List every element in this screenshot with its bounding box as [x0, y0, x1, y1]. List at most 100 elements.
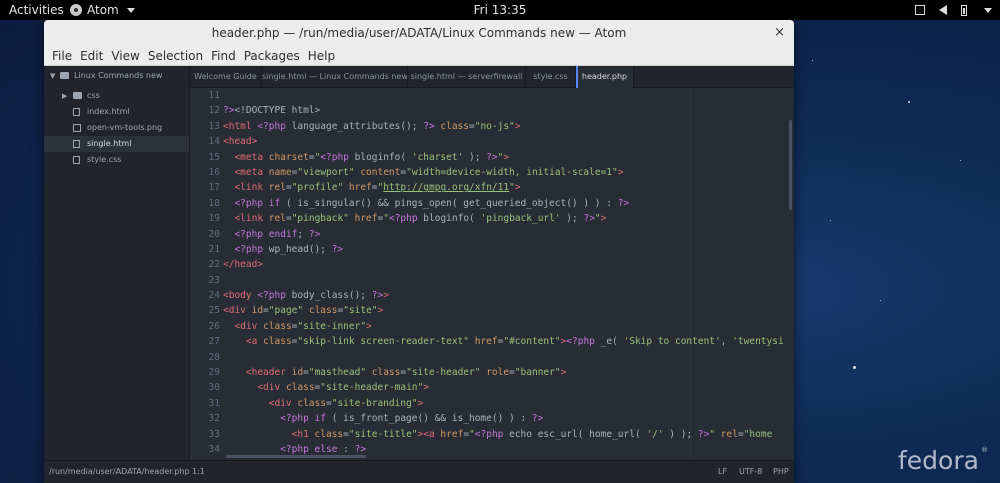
- status-bar: /run/media/user/ADATA/header.php 1:1 LF …: [44, 460, 794, 483]
- tab-single-html-serverfirewall[interactable]: single.html — serverfirewall: [408, 66, 526, 88]
- code-token: <?php: [234, 228, 264, 240]
- tree-root[interactable]: ▼ Linux Commands new: [44, 68, 189, 84]
- tab-single-html-linux-commands[interactable]: single.html — Linux Commands new: [262, 66, 408, 88]
- code-line[interactable]: <div class="site-branding">: [223, 396, 789, 411]
- tab-welcome-guide[interactable]: Welcome Guide: [190, 66, 262, 88]
- tree-item-label: style.css: [87, 155, 122, 164]
- code-token: charset: [263, 151, 309, 163]
- code-token: "page": [268, 305, 304, 317]
- horizontal-scrollbar[interactable]: [226, 455, 366, 458]
- image-file-icon: [73, 124, 81, 132]
- code-token: class: [303, 305, 338, 317]
- code-line[interactable]: <link rel="pingback" href="<?php bloginf…: [223, 211, 789, 226]
- code-line[interactable]: <div id="page" class="site">: [223, 303, 789, 318]
- menu-packages[interactable]: Packages: [240, 46, 304, 66]
- code-line[interactable]: [223, 273, 789, 288]
- code-token: "banner": [514, 367, 561, 379]
- menu-find[interactable]: Find: [207, 46, 240, 66]
- code-line[interactable]: <html <?php language_attributes(); ?> cl…: [223, 119, 789, 134]
- tree-item-label: index.html: [87, 107, 130, 116]
- code-token: <header: [245, 367, 286, 379]
- code-token: ?>: [308, 228, 321, 240]
- code-token: "pingback": [291, 213, 349, 225]
- file-icon: [73, 140, 80, 148]
- code-token: "site-title": [348, 428, 418, 440]
- code-token: "site-header-main": [320, 382, 424, 394]
- tree-item-css[interactable]: ▶ css: [44, 88, 189, 104]
- code-token: >: [377, 305, 384, 317]
- code-line[interactable]: <meta name="viewport" content="width=dev…: [223, 165, 789, 180]
- code-token: <link: [234, 182, 264, 194]
- status-cursor-position[interactable]: 1:1: [192, 461, 205, 483]
- line-number: 19: [208, 213, 220, 225]
- code-token: :: [337, 443, 355, 455]
- network-icon: [915, 5, 925, 15]
- code-line[interactable]: <?php if ( is_singular() && pings_open( …: [223, 196, 789, 211]
- code-line[interactable]: [223, 88, 789, 103]
- code-editor[interactable]: 11 12 13 14 15 16 17 18 19 20 21 22 23 24 25 26 27 28 29 30…: [190, 88, 794, 460]
- clock[interactable]: Fri 13:35: [0, 0, 1000, 20]
- code-token: </head>: [223, 259, 264, 271]
- code-token: language_attributes();: [285, 120, 424, 132]
- code-line[interactable]: <div class="site-header-main">: [223, 380, 789, 395]
- code-line[interactable]: [223, 350, 789, 365]
- tree-item-style-css[interactable]: style.css: [44, 152, 189, 168]
- folder-icon: [73, 92, 82, 99]
- code-token: class: [434, 120, 469, 132]
- system-tray[interactable]: [915, 0, 992, 20]
- code-line[interactable]: <a class="skip-link screen-reader-text" …: [223, 334, 789, 349]
- window-title: header.php — /run/media/user/ADATA/Linux…: [211, 26, 627, 40]
- status-encoding[interactable]: UTF-8: [739, 461, 762, 483]
- tab-header-php[interactable]: header.php: [576, 66, 634, 88]
- line-number: 18: [208, 197, 220, 209]
- code-lines[interactable]: ?><!DOCTYPE html> <html <?php language_at…: [223, 88, 789, 460]
- code-line[interactable]: <?php if ( is_front_page() && is_home() …: [223, 411, 789, 426]
- code-token: ?>: [583, 213, 595, 225]
- tree-item-open-vm-tools-png[interactable]: open-vm-tools.png: [44, 120, 189, 136]
- menu-selection[interactable]: Selection: [144, 46, 207, 66]
- code-line[interactable]: ?><!DOCTYPE html>: [223, 103, 789, 118]
- window-titlebar[interactable]: header.php — /run/media/user/ADATA/Linux…: [44, 20, 794, 46]
- star: [908, 101, 910, 103]
- status-line-ending[interactable]: LF: [718, 461, 727, 483]
- menu-view[interactable]: View: [107, 46, 143, 66]
- code-line[interactable]: <head>: [223, 134, 789, 149]
- code-line[interactable]: <?php endif; ?>: [223, 227, 789, 242]
- code-line[interactable]: <meta charset="<?php bloginfo( 'charset'…: [223, 150, 789, 165]
- file-icon: [73, 156, 80, 164]
- code-line[interactable]: <div class="site-inner">: [223, 319, 789, 334]
- vertical-scrollbar[interactable]: [789, 120, 792, 210]
- menu-help[interactable]: Help: [304, 46, 339, 66]
- line-number: 27: [208, 336, 220, 348]
- code-token: <body: [223, 290, 252, 302]
- tab-bar: Welcome Guide single.html — Linux Comman…: [190, 66, 794, 88]
- line-number: 25: [208, 305, 220, 317]
- menu-file[interactable]: File: [48, 46, 76, 66]
- code-line[interactable]: <h1 class="site-title"><a href="<?php ec…: [223, 427, 789, 442]
- tab-style-css[interactable]: style.css: [526, 66, 576, 88]
- status-file-path[interactable]: /run/media/user/ADATA/header.php: [49, 461, 190, 483]
- code-line[interactable]: </head>: [223, 257, 789, 272]
- code-line[interactable]: <body <?php body_class(); ?>>: [223, 288, 789, 303]
- tree-item-index-html[interactable]: index.html: [44, 104, 189, 120]
- close-button[interactable]: ×: [774, 20, 785, 46]
- menu-edit[interactable]: Edit: [76, 46, 107, 66]
- code-token: <?php: [234, 197, 264, 209]
- code-token: <div: [223, 305, 246, 317]
- code-token: 'charset': [411, 151, 464, 163]
- status-grammar[interactable]: PHP: [773, 461, 789, 483]
- tree-item-single-html[interactable]: single.html: [44, 136, 189, 152]
- fedora-logo: fedora ®: [898, 446, 988, 475]
- code-token: class: [291, 397, 326, 409]
- code-line[interactable]: <header id="masthead" class="site-header…: [223, 365, 789, 380]
- code-token: <!DOCTYPE html>: [234, 105, 321, 117]
- code-line[interactable]: <?php wp_head(); ?>: [223, 242, 789, 257]
- code-line[interactable]: <link rel="profile" href="http://gmpg.or…: [223, 180, 789, 195]
